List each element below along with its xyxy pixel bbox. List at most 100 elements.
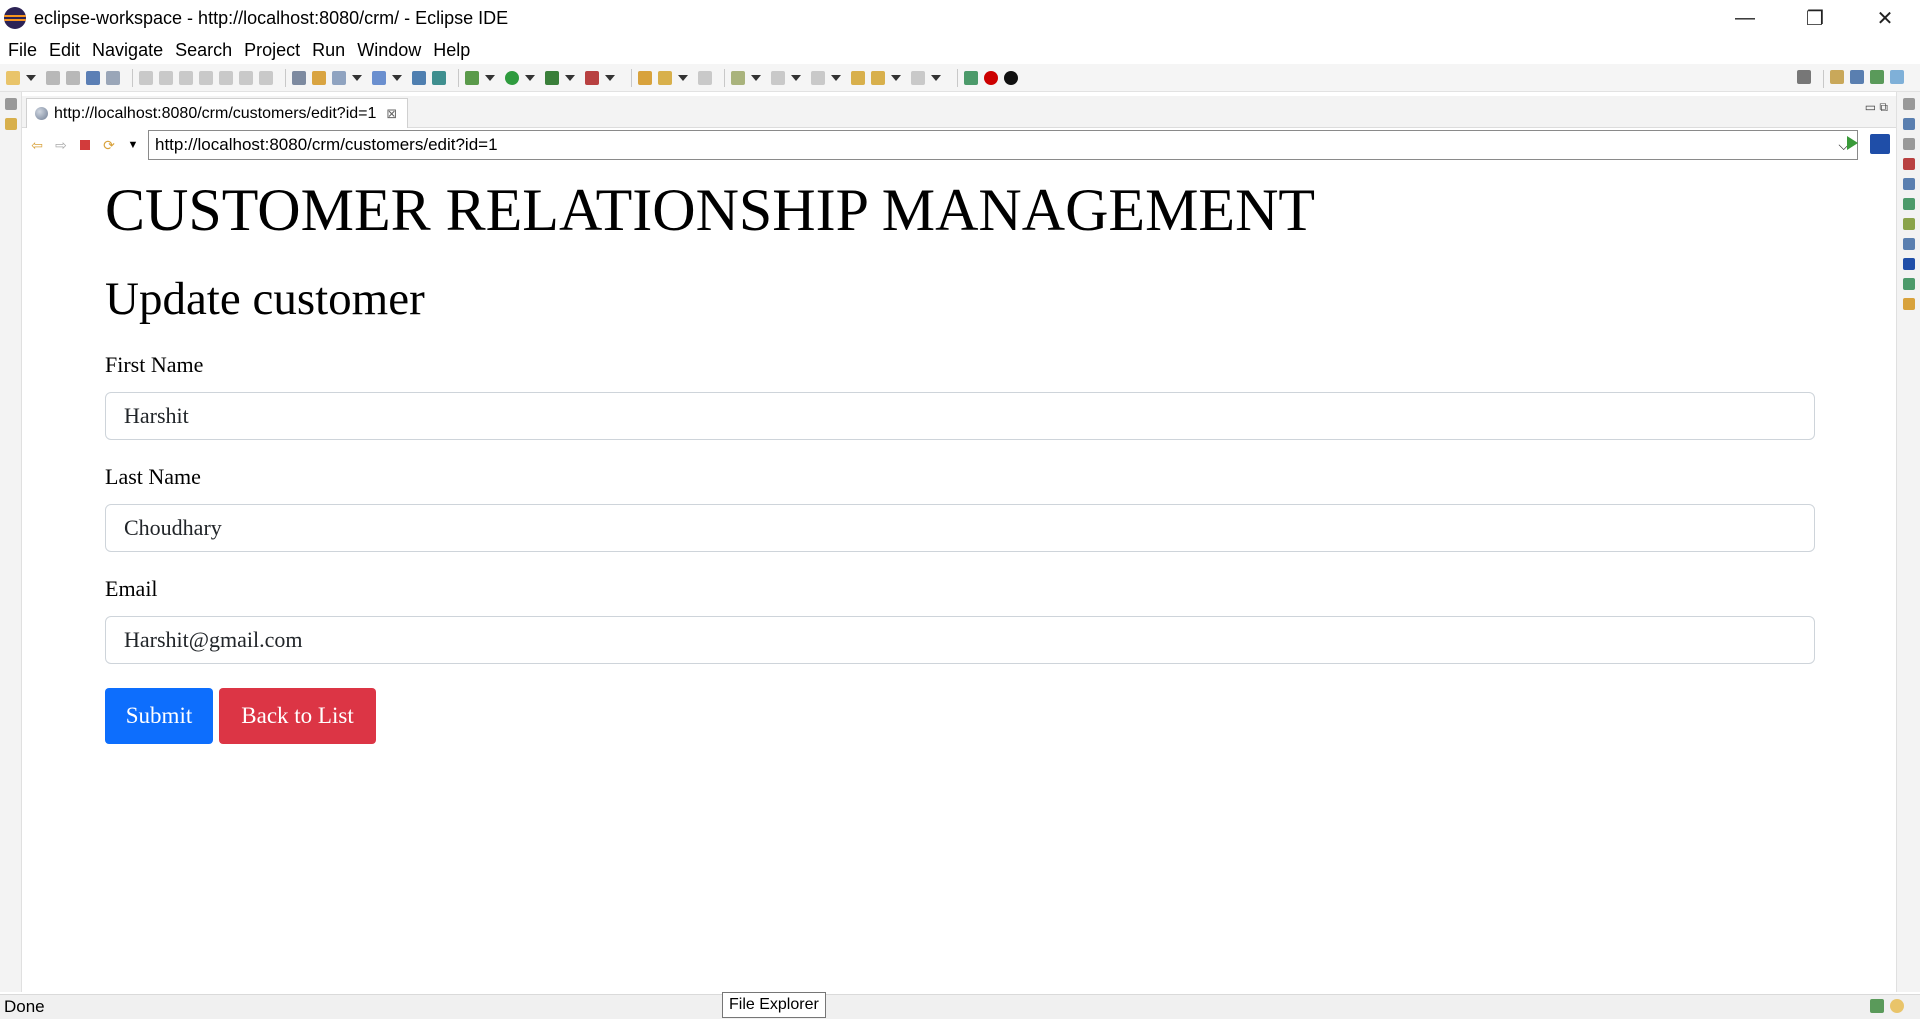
coverage-icon[interactable]	[545, 70, 559, 85]
debug-icon[interactable]	[465, 70, 479, 85]
chevron-down-icon[interactable]	[931, 74, 941, 81]
external-tools-icon[interactable]	[585, 70, 599, 85]
menu-edit[interactable]: Edit	[43, 40, 86, 61]
open-external-browser-icon[interactable]	[1870, 134, 1890, 154]
chevron-down-icon[interactable]	[352, 74, 362, 81]
go-icon[interactable]	[1847, 136, 1858, 150]
open-perspective-icon[interactable]	[1830, 70, 1844, 84]
step-into-icon[interactable]	[219, 70, 233, 85]
back-icon[interactable]	[871, 70, 885, 85]
toolbar-separator	[724, 68, 725, 87]
email-input[interactable]	[105, 616, 1815, 664]
resume-icon[interactable]	[139, 70, 153, 85]
properties-icon[interactable]	[1902, 238, 1915, 250]
restore-button[interactable]: ❐	[1780, 0, 1850, 36]
step-over-icon[interactable]	[239, 70, 253, 85]
open-task-icon[interactable]	[658, 70, 672, 85]
editor-tab[interactable]: http://localhost:8080/crm/customers/edit…	[26, 98, 409, 128]
problems-icon[interactable]	[1902, 158, 1915, 170]
page-title: CUSTOMER RELATIONSHIP MANAGEMENT	[105, 177, 1316, 243]
next-annotation-icon[interactable]	[771, 70, 785, 85]
nav-dropdown-icon[interactable]: ▼	[124, 136, 142, 154]
terminate-icon[interactable]	[179, 70, 193, 85]
restore-icon[interactable]	[1902, 98, 1915, 110]
outline-icon[interactable]	[1902, 118, 1915, 130]
red-hat-icon[interactable]	[984, 70, 998, 85]
submit-button[interactable]: Submit	[105, 688, 213, 744]
save-all-icon[interactable]	[66, 70, 80, 85]
menu-project[interactable]: Project	[238, 40, 306, 61]
save-icon[interactable]	[46, 70, 60, 85]
step-return-icon[interactable]	[259, 70, 273, 85]
chevron-down-icon[interactable]	[831, 74, 841, 81]
menu-navigate[interactable]: Navigate	[86, 40, 169, 61]
toolbar-separator	[631, 68, 632, 87]
annotation-icon[interactable]	[731, 70, 745, 85]
suspend-icon[interactable]	[159, 70, 173, 85]
menu-file[interactable]: File	[2, 40, 43, 61]
skip-breakpoints-icon[interactable]	[106, 70, 120, 85]
progress-icon[interactable]	[1902, 278, 1915, 290]
back-arrow-icon[interactable]: ⇦	[28, 136, 46, 154]
chevron-down-icon[interactable]	[791, 74, 801, 81]
data-source-icon[interactable]	[1902, 198, 1915, 210]
debug-perspective-icon[interactable]	[1890, 70, 1904, 84]
back-to-list-button[interactable]: Back to List	[219, 688, 376, 744]
previous-annotation-icon[interactable]	[811, 70, 825, 85]
new-icon[interactable]	[6, 70, 20, 85]
browser-nav-row: ⇦ ⇨ ⟳ ▼ http://localhost:8080/crm/custom…	[22, 128, 1896, 162]
search-icon[interactable]	[1797, 70, 1811, 84]
open-type-icon[interactable]	[638, 70, 652, 85]
console-icon[interactable]	[1902, 258, 1915, 270]
chevron-down-icon[interactable]	[485, 74, 495, 81]
deploy-icon[interactable]	[432, 70, 446, 85]
web-page: CUSTOMER RELATIONSHIP MANAGEMENT Update …	[24, 164, 1896, 994]
menu-window[interactable]: Window	[351, 40, 427, 61]
menu-run[interactable]: Run	[306, 40, 351, 61]
first-name-input[interactable]	[105, 392, 1815, 440]
refresh-icon[interactable]: ⟳	[100, 136, 118, 154]
last-edit-icon[interactable]	[851, 70, 865, 85]
editor-minimize-maximize[interactable]: ▭ ⧉	[1865, 100, 1888, 115]
chevron-down-icon[interactable]	[891, 74, 901, 81]
web-browser-icon[interactable]	[412, 70, 426, 85]
chevron-down-icon[interactable]	[392, 74, 402, 81]
terminal-icon[interactable]	[86, 70, 100, 85]
chevron-down-icon[interactable]	[605, 74, 615, 81]
tip-icon[interactable]	[1890, 999, 1904, 1013]
email-label: Email	[105, 576, 158, 601]
cloud-icon[interactable]	[1004, 70, 1018, 85]
snippets-icon[interactable]	[1902, 218, 1915, 230]
palette-icon[interactable]	[1902, 298, 1915, 310]
forward-icon[interactable]	[911, 70, 925, 85]
task-progress-icon[interactable]	[1870, 999, 1884, 1013]
chevron-down-icon[interactable]	[751, 74, 761, 81]
git-perspective-icon[interactable]	[1870, 70, 1884, 84]
chevron-down-icon[interactable]	[525, 74, 535, 81]
chevron-down-icon[interactable]	[678, 74, 688, 81]
share-icon[interactable]	[964, 70, 978, 85]
run-icon[interactable]	[505, 70, 519, 85]
chevron-down-icon[interactable]	[565, 74, 575, 81]
last-name-input[interactable]	[105, 504, 1815, 552]
url-bar[interactable]: http://localhost:8080/crm/customers/edit…	[148, 130, 1858, 160]
build-icon[interactable]	[312, 70, 326, 85]
close-tab-icon[interactable]: ⊠	[386, 106, 397, 122]
menu-search[interactable]: Search	[169, 40, 238, 61]
project-explorer-icon[interactable]	[4, 118, 17, 130]
java-ee-perspective-icon[interactable]	[1850, 70, 1864, 84]
servers-icon[interactable]	[1902, 178, 1915, 190]
restore-icon[interactable]	[1902, 138, 1915, 150]
disconnect-icon[interactable]	[199, 70, 213, 85]
restore-icon[interactable]	[4, 98, 17, 110]
minimize-button[interactable]: —	[1710, 0, 1780, 36]
open-console-icon[interactable]	[292, 70, 306, 85]
forward-arrow-icon[interactable]: ⇨	[52, 136, 70, 154]
search-toolbar-icon[interactable]	[698, 70, 712, 85]
close-button[interactable]: ✕	[1850, 0, 1920, 36]
new-class-icon[interactable]	[372, 70, 386, 85]
chevron-down-icon[interactable]	[26, 74, 36, 81]
new-server-icon[interactable]	[332, 70, 346, 85]
menu-help[interactable]: Help	[427, 40, 476, 61]
stop-icon[interactable]	[76, 136, 94, 154]
